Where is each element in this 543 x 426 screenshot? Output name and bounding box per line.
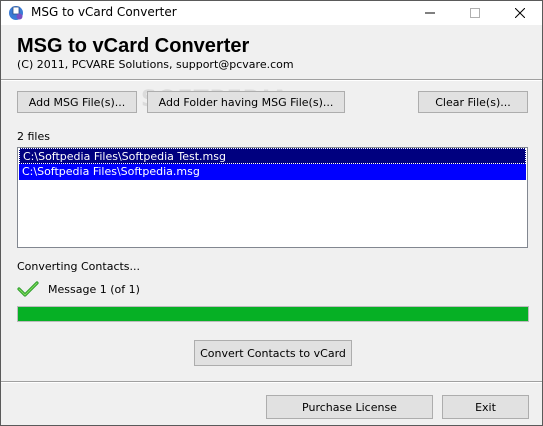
add-folder-button[interactable]: Add Folder having MSG File(s)...: [147, 91, 345, 113]
checkmark-icon: [17, 281, 39, 297]
header-divider: [1, 79, 542, 81]
clear-files-button[interactable]: Clear File(s)...: [418, 91, 528, 113]
list-item[interactable]: C:\Softpedia Files\Softpedia.msg: [19, 164, 526, 180]
window-title: MSG to vCard Converter: [31, 5, 177, 19]
purchase-license-button[interactable]: Purchase License: [266, 395, 433, 419]
list-item[interactable]: C:\Softpedia Files\Softpedia Test.msg: [19, 148, 526, 164]
footer-divider: [1, 381, 542, 383]
converting-status: Converting Contacts...: [17, 260, 141, 273]
app-icon: [9, 6, 23, 20]
file-count-label: 2 files: [17, 130, 50, 143]
app-heading: MSG to vCard Converter: [17, 35, 250, 57]
convert-contacts-button[interactable]: Convert Contacts to vCard: [194, 340, 352, 366]
maximize-button[interactable]: [452, 1, 497, 25]
close-button[interactable]: [497, 1, 542, 25]
exit-button[interactable]: Exit: [442, 395, 529, 419]
add-msg-files-button[interactable]: Add MSG File(s)...: [17, 91, 137, 113]
close-icon: [514, 8, 525, 18]
progress-bar: [17, 306, 529, 322]
file-list[interactable]: C:\Softpedia Files\Softpedia Test.msg C:…: [17, 147, 528, 248]
minimize-icon: [424, 12, 435, 14]
main-window: MSG to vCard Converter MSG to vCard Conv…: [0, 0, 543, 426]
minimize-button[interactable]: [407, 1, 452, 25]
copyright-text: (C) 2011, PCVARE Solutions, support@pcva…: [17, 58, 294, 71]
message-progress-text: Message 1 (of 1): [48, 283, 140, 296]
progress-bar-fill: [18, 307, 528, 321]
title-bar[interactable]: MSG to vCard Converter: [1, 1, 542, 25]
maximize-icon: [469, 8, 480, 18]
